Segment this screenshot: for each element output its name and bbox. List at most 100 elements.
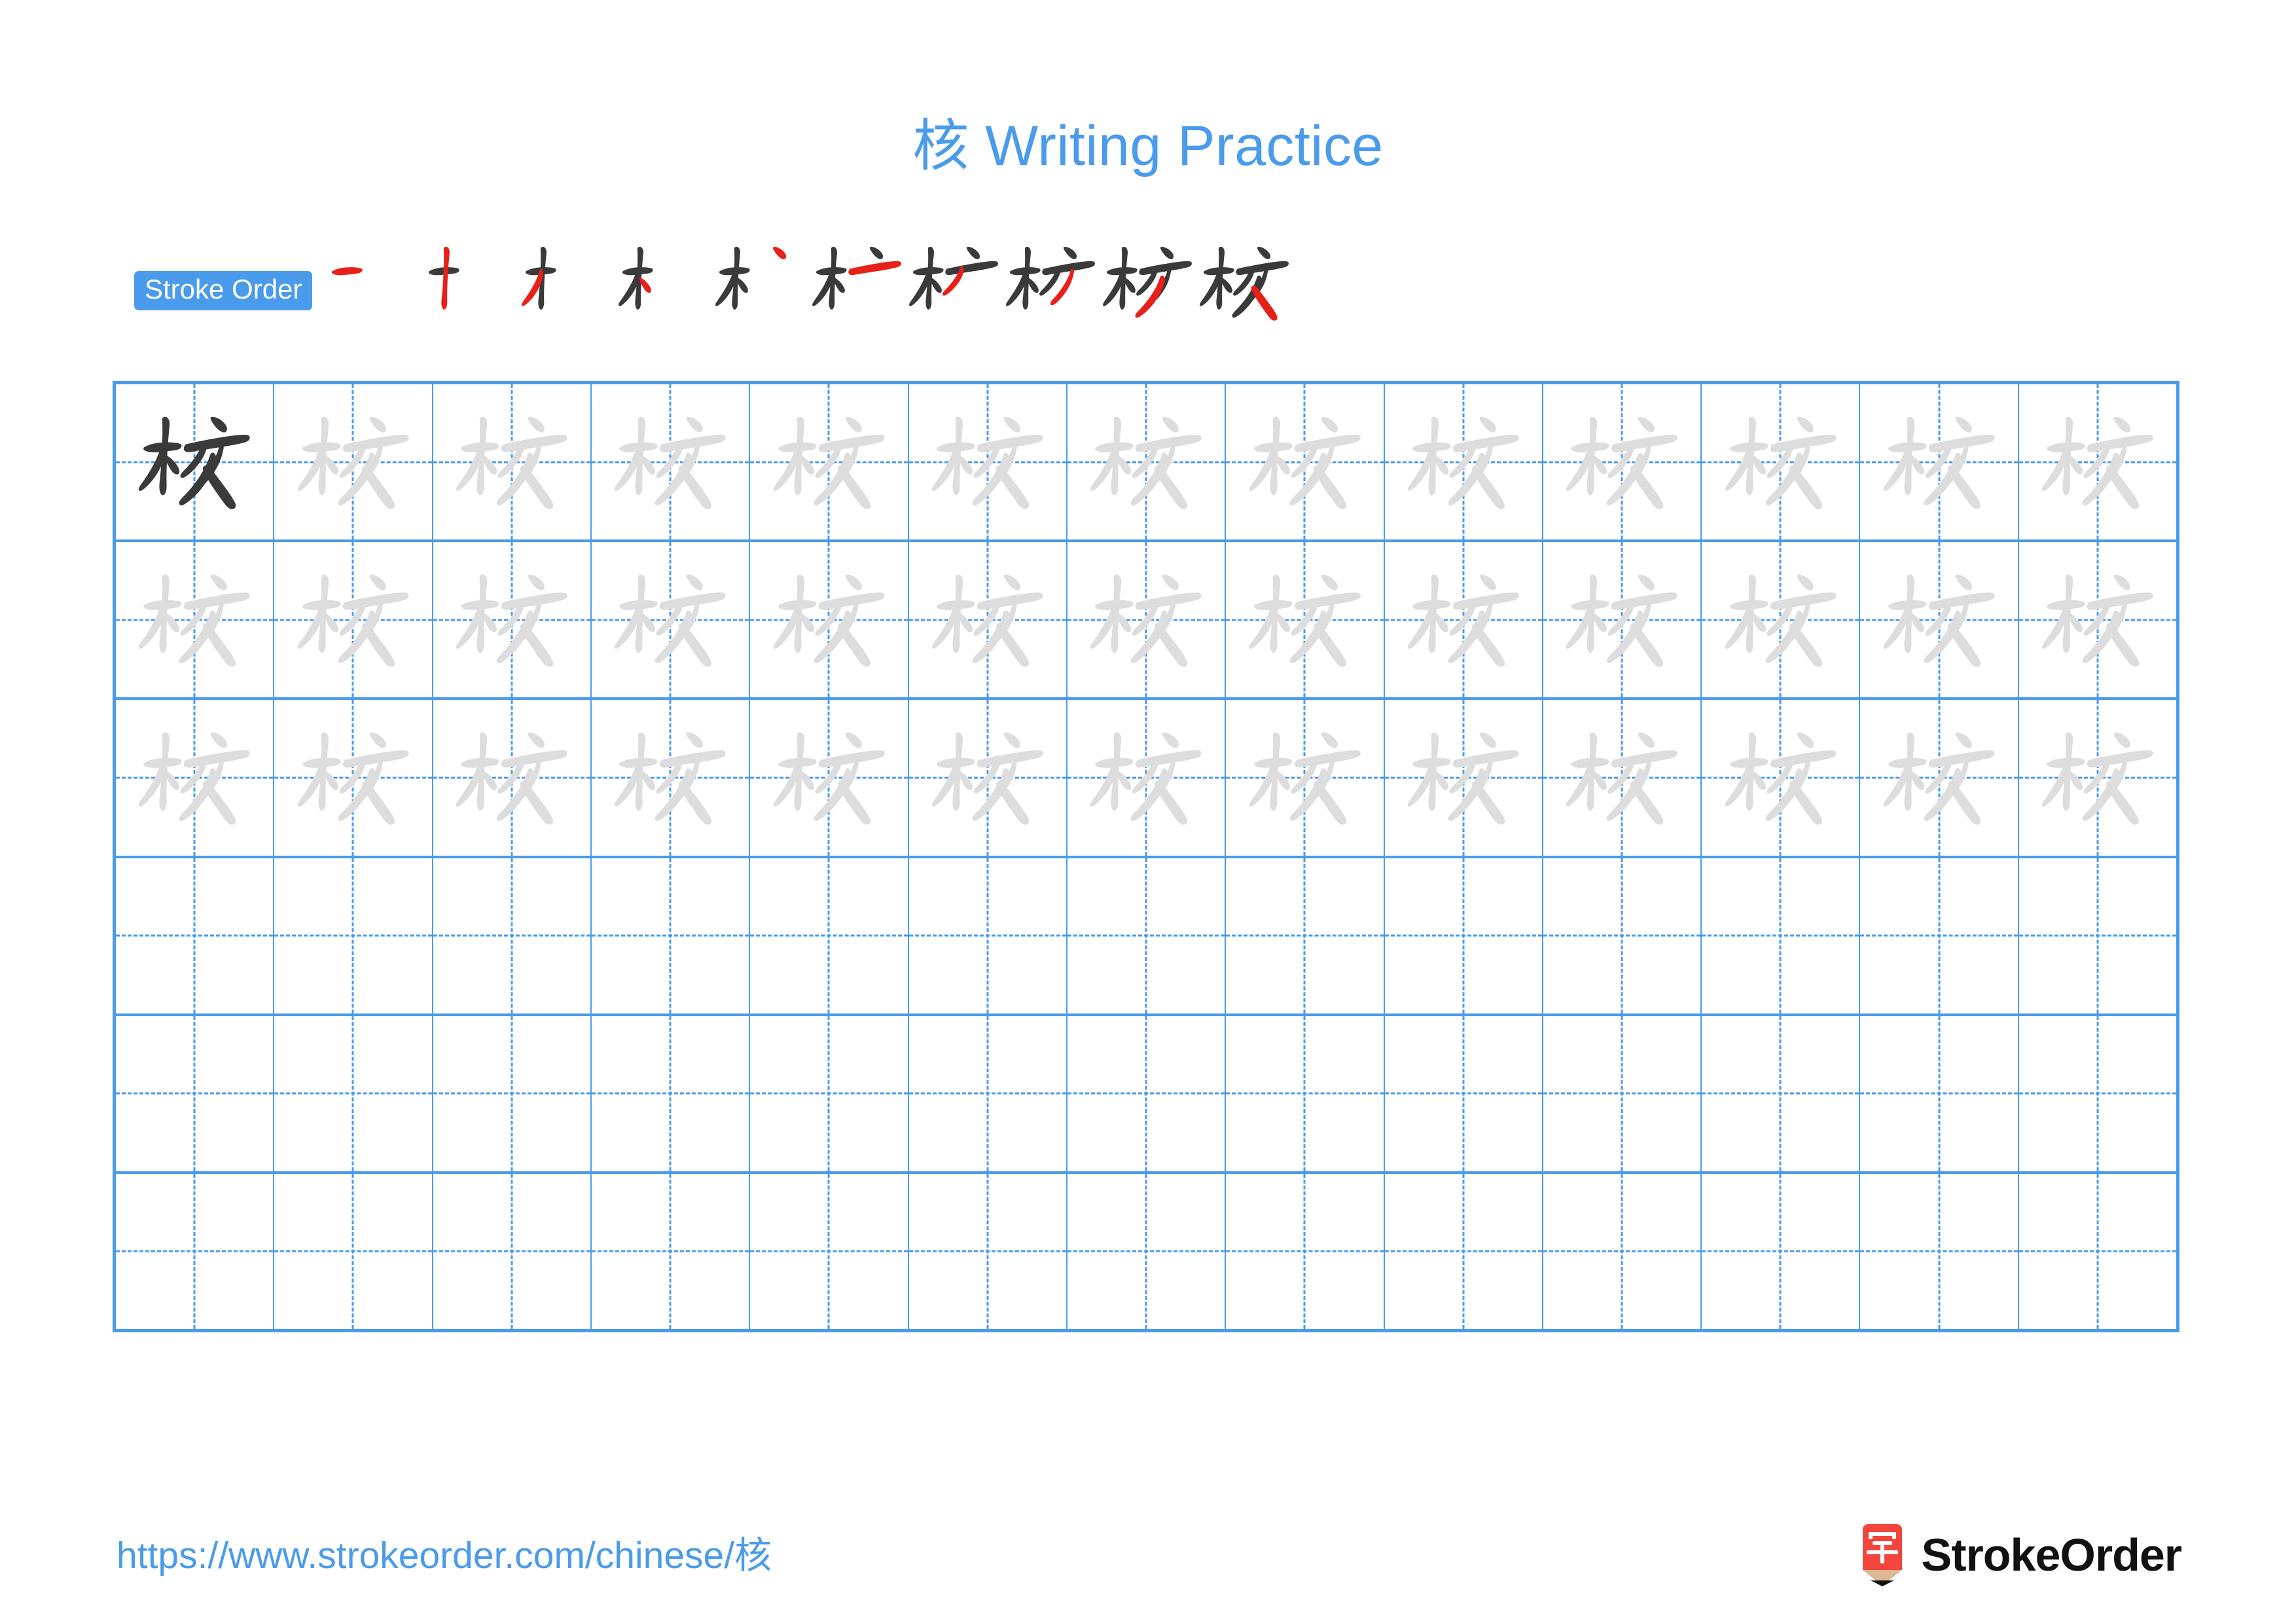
practice-cell-r2-c6[interactable] — [908, 542, 1067, 698]
practice-cell-r3-c11[interactable] — [1702, 700, 1861, 856]
practice-cell-r5-c11[interactable] — [1702, 1015, 1861, 1171]
horizontal-guide-line — [1384, 934, 1542, 937]
trace-character — [750, 384, 907, 539]
practice-cell-r5-c13[interactable] — [2018, 1015, 2177, 1171]
practice-cell-r4-c11[interactable] — [1702, 858, 1861, 1013]
practice-cell-r5-c10[interactable] — [1543, 1015, 1702, 1171]
practice-cell-r3-c1[interactable] — [116, 700, 275, 856]
practice-cell-r1-c1[interactable] — [116, 384, 275, 540]
practice-cell-r2-c3[interactable] — [433, 542, 592, 698]
practice-cell-r6-c11[interactable] — [1702, 1173, 1861, 1330]
practice-cell-r4-c13[interactable] — [2018, 858, 2177, 1013]
source-url-link[interactable]: https://www.strokeorder.com/chinese/核 — [117, 1525, 772, 1579]
practice-cell-r6-c13[interactable] — [2018, 1173, 2177, 1330]
practice-cell-r2-c11[interactable] — [1702, 542, 1861, 698]
practice-cell-r1-c10[interactable] — [1543, 384, 1702, 540]
practice-cell-r6-c9[interactable] — [1384, 1173, 1543, 1330]
vertical-guide-line — [511, 1015, 513, 1171]
practice-cell-r3-c2[interactable] — [274, 700, 433, 856]
practice-cell-r5-c1[interactable] — [116, 1015, 275, 1171]
practice-cell-r3-c4[interactable] — [591, 700, 751, 856]
practice-cell-r2-c5[interactable] — [750, 542, 909, 698]
practice-cell-r2-c13[interactable] — [2018, 542, 2177, 698]
practice-cell-r1-c11[interactable] — [1702, 384, 1861, 540]
practice-cell-r2-c9[interactable] — [1384, 542, 1543, 698]
practice-cell-r5-c3[interactable] — [433, 1015, 592, 1171]
practice-cell-r3-c12[interactable] — [1860, 700, 2019, 856]
practice-cell-r4-c12[interactable] — [1860, 858, 2019, 1013]
practice-cell-r6-c12[interactable] — [1860, 1173, 2019, 1330]
practice-cell-r1-c8[interactable] — [1226, 384, 1385, 540]
trace-character — [116, 700, 273, 855]
practice-cell-r6-c5[interactable] — [750, 1173, 909, 1330]
practice-cell-r6-c1[interactable] — [116, 1173, 275, 1330]
practice-cell-r6-c4[interactable] — [591, 1173, 751, 1330]
horizontal-guide-line — [2018, 1250, 2177, 1252]
vertical-guide-line — [511, 858, 513, 1013]
practice-cell-r2-c1[interactable] — [116, 542, 275, 698]
practice-cell-r4-c7[interactable] — [1067, 858, 1227, 1013]
trace-character — [274, 700, 431, 855]
practice-cell-r3-c9[interactable] — [1384, 700, 1543, 856]
practice-cell-r5-c6[interactable] — [908, 1015, 1067, 1171]
practice-cell-r5-c9[interactable] — [1384, 1015, 1543, 1171]
practice-cell-r2-c12[interactable] — [1860, 542, 2019, 698]
practice-cell-r4-c9[interactable] — [1384, 858, 1543, 1013]
vertical-guide-line — [986, 1015, 989, 1171]
practice-cell-r6-c8[interactable] — [1226, 1173, 1385, 1330]
stroke-order-step-2 — [421, 234, 518, 331]
practice-cell-r5-c7[interactable] — [1067, 1015, 1227, 1171]
practice-cell-r1-c9[interactable] — [1384, 384, 1543, 540]
practice-cell-r4-c8[interactable] — [1226, 858, 1385, 1013]
practice-cell-r2-c8[interactable] — [1226, 542, 1385, 698]
practice-cell-r4-c4[interactable] — [591, 858, 751, 1013]
practice-cell-r6-c10[interactable] — [1543, 1173, 1702, 1330]
horizontal-guide-line — [2018, 1092, 2177, 1095]
vertical-guide-line — [2096, 858, 2099, 1013]
practice-cell-r5-c2[interactable] — [274, 1015, 433, 1171]
practice-cell-r3-c5[interactable] — [750, 700, 909, 856]
practice-cell-r5-c12[interactable] — [1860, 1015, 2019, 1171]
practice-cell-r3-c13[interactable] — [2018, 700, 2177, 856]
practice-cell-r6-c7[interactable] — [1067, 1173, 1227, 1330]
trace-character — [592, 384, 749, 539]
practice-cell-r3-c10[interactable] — [1543, 700, 1702, 856]
practice-cell-r1-c4[interactable] — [591, 384, 751, 540]
practice-cell-r2-c10[interactable] — [1543, 542, 1702, 698]
practice-cell-r4-c10[interactable] — [1543, 858, 1702, 1013]
stroke-order-steps — [324, 246, 1293, 331]
stroke-order-step-4 — [615, 234, 711, 331]
practice-cell-r6-c6[interactable] — [908, 1173, 1067, 1330]
practice-cell-r1-c12[interactable] — [1860, 384, 2019, 540]
practice-cell-r3-c8[interactable] — [1226, 700, 1385, 856]
practice-cell-r1-c6[interactable] — [908, 384, 1067, 540]
practice-cell-r3-c7[interactable] — [1067, 700, 1227, 856]
practice-cell-r4-c6[interactable] — [908, 858, 1067, 1013]
trace-character — [1067, 384, 1225, 539]
practice-cell-r1-c13[interactable] — [2018, 384, 2177, 540]
practice-cell-r6-c3[interactable] — [433, 1173, 592, 1330]
practice-cell-r3-c6[interactable] — [908, 700, 1067, 856]
trace-character — [433, 700, 590, 855]
practice-cell-r5-c5[interactable] — [750, 1015, 909, 1171]
practice-cell-r1-c3[interactable] — [433, 384, 592, 540]
trace-character — [116, 542, 273, 697]
practice-cell-r2-c2[interactable] — [274, 542, 433, 698]
practice-cell-r2-c7[interactable] — [1067, 542, 1227, 698]
horizontal-guide-line — [274, 934, 432, 937]
practice-cell-r5-c8[interactable] — [1226, 1015, 1385, 1171]
practice-cell-r4-c5[interactable] — [750, 858, 909, 1013]
practice-cell-r4-c1[interactable] — [116, 858, 275, 1013]
practice-cell-r1-c2[interactable] — [274, 384, 433, 540]
practice-cell-r4-c2[interactable] — [274, 858, 433, 1013]
trace-character — [1226, 700, 1383, 855]
horizontal-guide-line — [116, 1250, 274, 1252]
horizontal-guide-line — [908, 934, 1066, 937]
practice-cell-r1-c5[interactable] — [750, 384, 909, 540]
practice-cell-r6-c2[interactable] — [274, 1173, 433, 1330]
practice-cell-r4-c3[interactable] — [433, 858, 592, 1013]
practice-cell-r5-c4[interactable] — [591, 1015, 751, 1171]
practice-cell-r2-c4[interactable] — [591, 542, 751, 698]
practice-cell-r3-c3[interactable] — [433, 700, 592, 856]
practice-cell-r1-c7[interactable] — [1067, 384, 1227, 540]
